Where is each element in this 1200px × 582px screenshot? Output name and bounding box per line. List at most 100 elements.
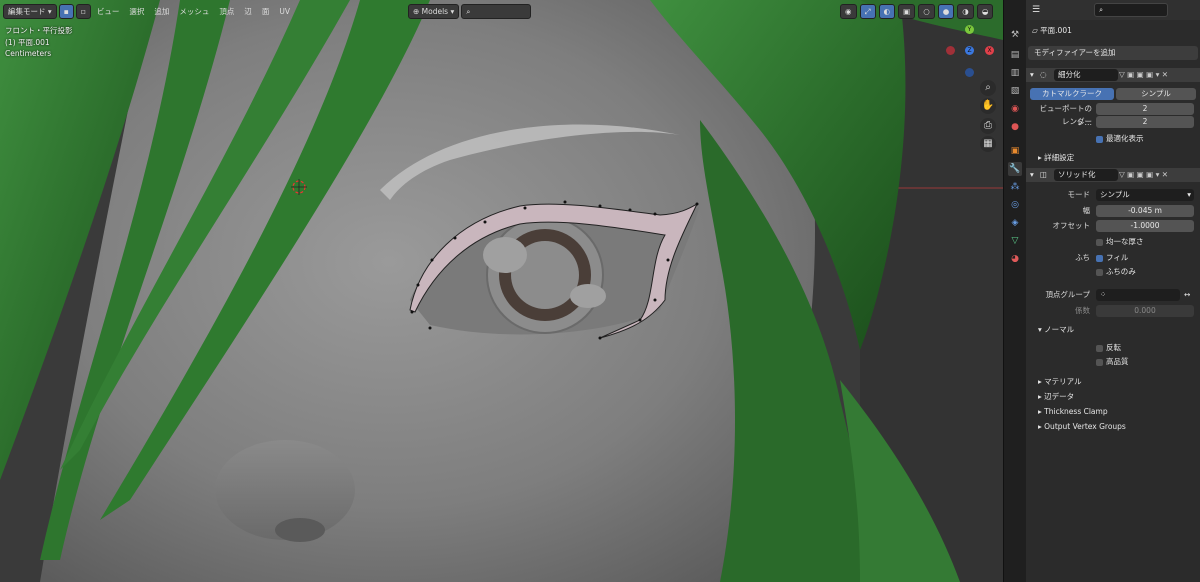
object-tab-icon[interactable]: ▣	[1008, 144, 1022, 158]
catmull-clark-tab[interactable]: カトマルクラーク	[1030, 88, 1114, 100]
menu-add[interactable]: 追加	[150, 5, 173, 18]
expand-icon: ▸	[1038, 377, 1042, 386]
overlay-icon[interactable]: ◐	[878, 4, 896, 19]
edge-select-mode-button[interactable]: ▫	[75, 3, 91, 19]
vertex-select-mode-button[interactable]: ▪	[58, 3, 74, 19]
collapse-icon[interactable]: ▾	[1030, 168, 1034, 182]
menu-vertex[interactable]: 頂点	[215, 5, 238, 18]
output-tab-icon[interactable]: ▥	[1008, 66, 1022, 80]
high-quality-checkbox[interactable]: 高品質	[1096, 355, 1196, 369]
width-label: 幅	[1082, 206, 1091, 215]
optimal-display-checkbox[interactable]: 最適化表示	[1096, 132, 1196, 146]
axis-neg-x[interactable]	[946, 46, 955, 55]
menu-select[interactable]: 選択	[125, 5, 148, 18]
offset-label: オフセット	[1052, 221, 1091, 230]
simple-tab[interactable]: シンプル	[1116, 88, 1196, 100]
subdiv-name-field[interactable]: 細分化	[1054, 69, 1118, 81]
invert-arrows-icon[interactable]: ↔	[1184, 288, 1190, 302]
collapse-icon: ▾	[1038, 325, 1042, 334]
view-layer-tab-icon[interactable]: ▧	[1008, 84, 1022, 98]
expand-icon: ▸	[1038, 422, 1042, 431]
render-tab-icon[interactable]: ▤	[1008, 48, 1022, 62]
solidify-icon: ◫	[1040, 170, 1048, 179]
factor-label: 係数	[1075, 306, 1090, 315]
render-levels-field[interactable]: 2	[1096, 116, 1194, 128]
transform-dropdown[interactable]: ⊕ Models ▾	[407, 3, 460, 19]
properties-header: ☰ ⌕	[1026, 0, 1200, 20]
modifier-toggle-icons[interactable]: ▽ ▣ ▣ ▣ ▾ ✕	[1119, 168, 1168, 182]
viewport-search[interactable]: ⌕	[461, 3, 532, 19]
data-tab-icon[interactable]: ▽	[1008, 234, 1022, 248]
even-thickness-checkbox[interactable]: 均一な厚さ	[1096, 235, 1196, 249]
offset-field[interactable]: -1.0000	[1096, 220, 1194, 232]
factor-field[interactable]: 0.000	[1096, 305, 1194, 317]
visibility-icon[interactable]: ◉	[840, 4, 857, 19]
camera-icon[interactable]: ⎙	[980, 118, 996, 134]
physics-tab-icon[interactable]: ◎	[1008, 198, 1022, 212]
axis-x[interactable]: X	[985, 46, 994, 55]
rim-label: ふち	[1075, 253, 1090, 262]
add-modifier-button[interactable]: モディファイアーを追加	[1028, 46, 1198, 60]
editor-type-icon[interactable]: ☰	[1032, 5, 1040, 15]
world-tab-icon[interactable]: ●	[1008, 120, 1022, 134]
pan-hand-icon[interactable]: ✋	[980, 98, 996, 114]
3d-viewport[interactable]: 編集モード ▾ ▪ ▫ ビュー 選択 追加 メッシュ 頂点 辺 面 UV ⊕ M…	[0, 0, 1003, 582]
gizmo-icon[interactable]: ⤢	[859, 4, 876, 19]
modifier-toggle-icons[interactable]: ▽ ▣ ▣ ▣ ▾ ✕	[1119, 68, 1168, 82]
constraints-tab-icon[interactable]: ◈	[1008, 216, 1022, 230]
object-name: (1) 平面.001	[5, 38, 50, 47]
solidify-header[interactable]: ▾ ◫ ソリッド化 ▽ ▣ ▣ ▣ ▾ ✕	[1026, 168, 1200, 182]
thickness-clamp-subpanel[interactable]: ▸ Thickness Clamp	[1038, 405, 1200, 419]
menu-face[interactable]: 面	[258, 5, 274, 18]
tool-tab-icon[interactable]: ⚒	[1008, 28, 1022, 42]
material-tab-icon[interactable]: ◕	[1008, 252, 1022, 266]
solid-shading-icon[interactable]: ●	[937, 4, 955, 19]
scene-tab-icon[interactable]: ◉	[1008, 102, 1022, 116]
units-label: Centimeters	[5, 49, 52, 58]
subdiv-header[interactable]: ▾ ◌ 細分化 ▽ ▣ ▣ ▣ ▾ ✕	[1026, 68, 1200, 82]
checkbox-icon	[1096, 344, 1103, 352]
shading-buttons: ◉ ⤢ ◐ ▣ ○ ● ◑ ◒	[840, 4, 994, 19]
viewport-levels-field[interactable]: 2	[1096, 103, 1194, 115]
rendered-shading-icon[interactable]: ◒	[976, 4, 994, 19]
menu-view[interactable]: ビュー	[93, 5, 124, 18]
menu-mesh[interactable]: メッシュ	[175, 5, 213, 18]
mode-label: モード	[1067, 190, 1091, 199]
menu-uv[interactable]: UV	[275, 5, 294, 18]
collapse-icon[interactable]: ▾	[1030, 68, 1034, 82]
output-vertex-groups-subpanel[interactable]: ▸ Output Vertex Groups	[1038, 420, 1200, 434]
expand-icon: ▸	[1038, 153, 1042, 162]
properties-search[interactable]: ⌕	[1094, 3, 1169, 17]
zoom-icon[interactable]: ⌕	[980, 80, 996, 96]
materials-subpanel[interactable]: ▸ マテリアル	[1038, 375, 1200, 389]
axis-z[interactable]: Z	[965, 46, 974, 55]
normals-subpanel[interactable]: ▾ ノーマル	[1038, 323, 1200, 337]
mode-dropdown[interactable]: 編集モード ▾	[3, 3, 57, 19]
checkbox-icon	[1096, 254, 1103, 262]
particles-tab-icon[interactable]: ⁂	[1008, 180, 1022, 194]
expand-icon: ▸	[1038, 392, 1042, 401]
checkbox-icon	[1096, 358, 1103, 366]
fill-rim-checkbox[interactable]: フィル	[1096, 251, 1128, 265]
vertex-group-icon: ⁘	[1100, 290, 1107, 299]
xray-icon[interactable]: ▣	[898, 4, 916, 19]
axis-neg-z[interactable]	[965, 68, 974, 77]
render-levels-label: レンダー	[1062, 117, 1092, 126]
advanced-subpanel[interactable]: ▸ 詳細設定	[1038, 151, 1200, 165]
wireframe-shading-icon[interactable]: ○	[918, 4, 935, 19]
solidify-name-field[interactable]: ソリッド化	[1054, 169, 1118, 181]
flip-checkbox[interactable]: 反転	[1096, 341, 1196, 355]
width-field[interactable]: -0.045 m	[1096, 205, 1194, 217]
material-shading-icon[interactable]: ◑	[957, 4, 974, 19]
axis-y[interactable]: Y	[965, 25, 974, 34]
rim-only-checkbox[interactable]: ふちのみ	[1096, 265, 1196, 279]
menu-edge[interactable]: 辺	[240, 5, 256, 18]
edge-data-subpanel[interactable]: ▸ 辺データ	[1038, 390, 1200, 404]
modifier-tab-icon[interactable]: 🔧	[1008, 162, 1022, 176]
checkbox-icon	[1096, 268, 1103, 276]
subdiv-icon: ◌	[1040, 70, 1047, 79]
grid-icon[interactable]: ▦	[980, 136, 996, 152]
view-name: フロント・平行投影	[5, 26, 73, 35]
vertex-group-field[interactable]: ⁘	[1096, 289, 1180, 301]
mode-dropdown-field[interactable]: シンプル ▾	[1096, 189, 1194, 201]
